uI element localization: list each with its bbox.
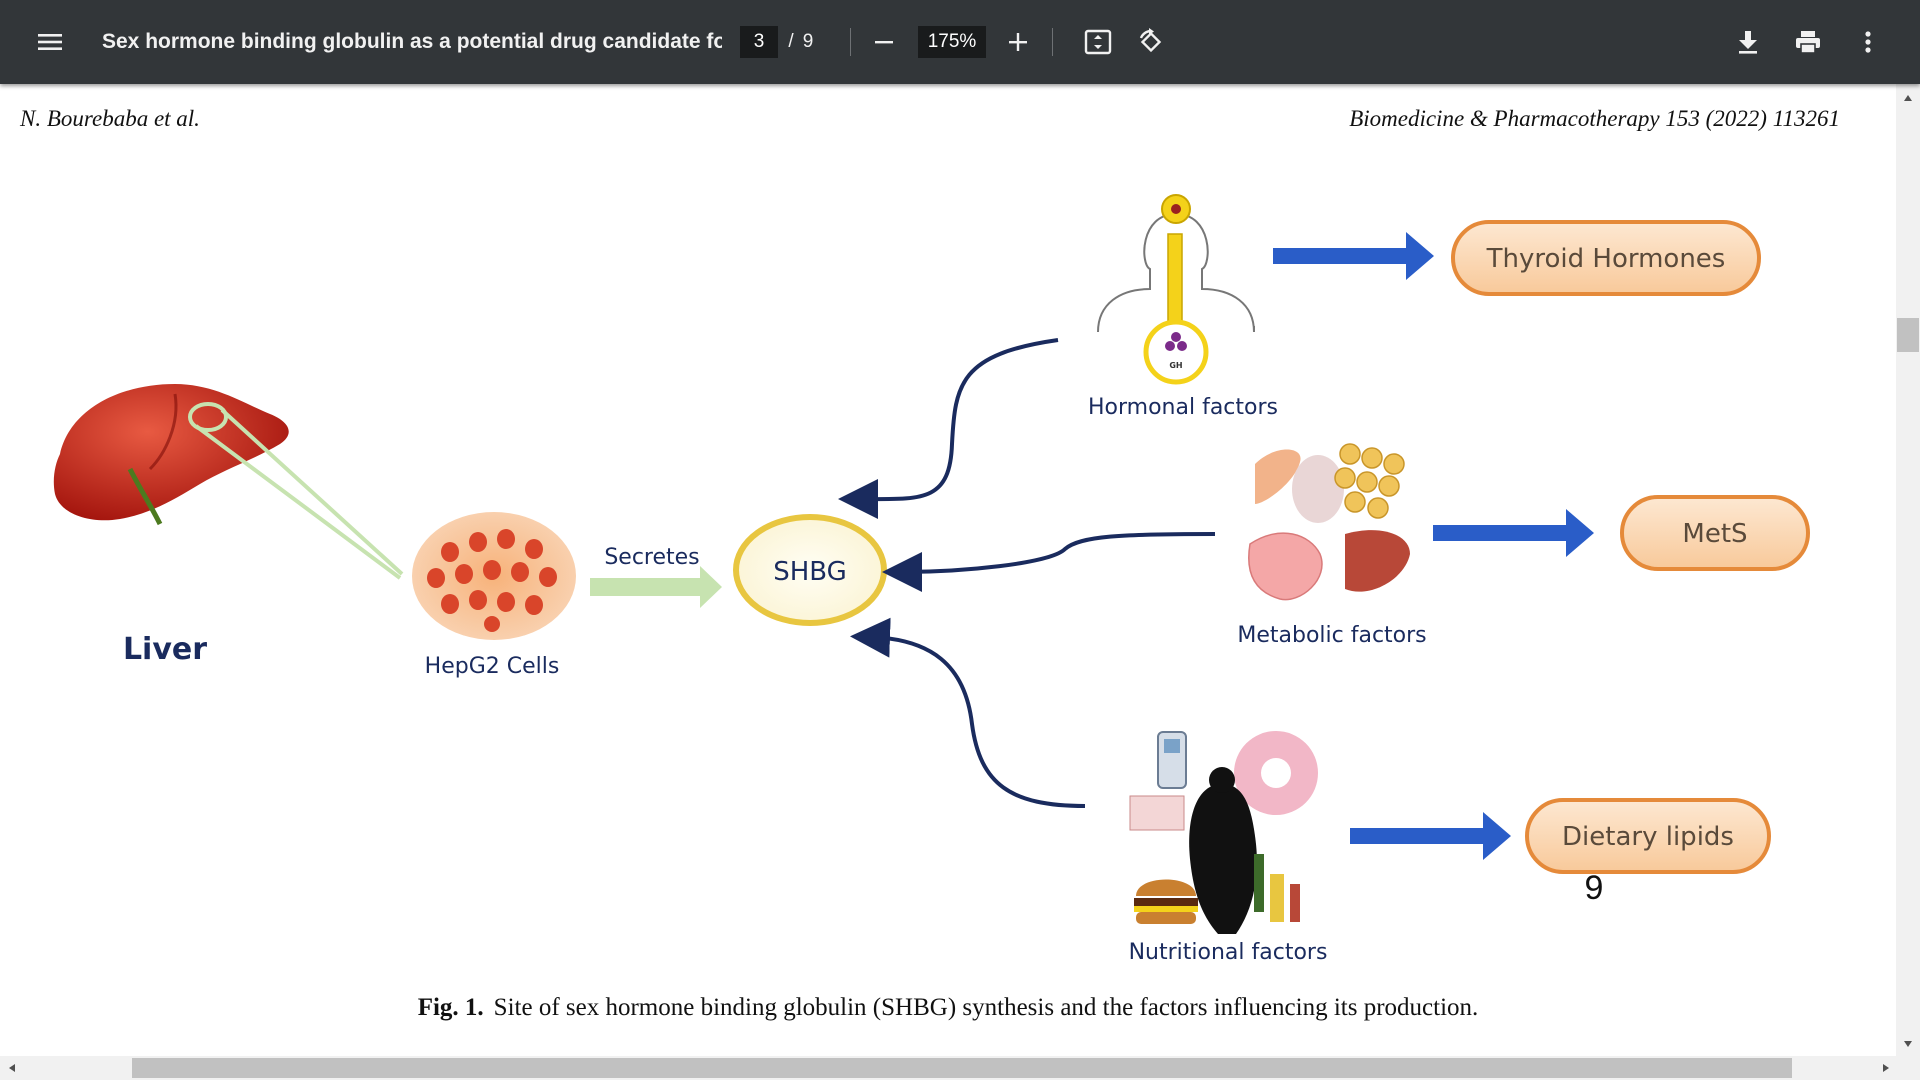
vertical-scrollbar[interactable] bbox=[1896, 84, 1920, 1056]
page-total: 9 bbox=[802, 31, 814, 52]
dietary-arrow bbox=[1350, 812, 1511, 860]
page-number-input[interactable]: 3 bbox=[740, 26, 778, 58]
secretes-label: Secretes bbox=[604, 545, 699, 570]
more-vert-icon bbox=[1865, 31, 1871, 53]
metabolic-factors-label: Metabolic factors bbox=[1237, 623, 1426, 648]
shbg-label: SHBG bbox=[773, 557, 847, 587]
print-button[interactable] bbox=[1788, 22, 1828, 62]
fit-page-button[interactable] bbox=[1078, 22, 1118, 62]
pdf-toolbar: Sex hormone binding globulin as a potent… bbox=[0, 0, 1920, 84]
hepg2-cells-illustration bbox=[412, 512, 576, 640]
toolbar-divider bbox=[1052, 28, 1053, 56]
fit-page-icon bbox=[1084, 29, 1112, 55]
figure-caption-label: Fig. 1. bbox=[417, 994, 484, 1021]
caret-down-icon bbox=[1904, 1041, 1912, 1047]
toolbar-divider bbox=[850, 28, 851, 56]
nutritional-factors-label: Nutritional factors bbox=[1129, 940, 1328, 965]
figure-caption: Fig. 1. Site of sex hormone binding globu… bbox=[0, 994, 1896, 1022]
scroll-down-arrow[interactable] bbox=[1898, 1034, 1918, 1054]
thyroid-arrow bbox=[1273, 232, 1434, 280]
document-title: Sex hormone binding globulin as a potent… bbox=[102, 30, 722, 53]
metabolic-factors-illustration bbox=[1248, 443, 1410, 601]
caret-left-icon bbox=[9, 1064, 15, 1072]
pdf-page: N. Bourebaba et al. Biomedicine & Pharma… bbox=[0, 84, 1896, 1056]
caret-right-icon bbox=[1883, 1064, 1889, 1072]
hormonal-factors-illustration: GH bbox=[1097, 194, 1255, 385]
liver-label: Liver bbox=[123, 632, 207, 667]
hormonal-factors-label: Hormonal factors bbox=[1088, 395, 1278, 420]
menu-icon bbox=[38, 34, 62, 50]
menu-button[interactable] bbox=[30, 22, 70, 62]
zoom-level-input[interactable]: 175% bbox=[918, 26, 986, 58]
metabolic-to-shbg-arrow bbox=[882, 532, 1216, 592]
caret-up-icon bbox=[1904, 95, 1912, 101]
hepg2-label: HepG2 Cells bbox=[425, 654, 560, 679]
zoom-in-button[interactable] bbox=[998, 22, 1038, 62]
mets-label: MetS bbox=[1682, 519, 1747, 549]
print-icon bbox=[1796, 31, 1820, 54]
thyroid-hormones-label: Thyroid Hormones bbox=[1486, 244, 1726, 274]
stray-number: 9 bbox=[1585, 869, 1604, 907]
rotate-icon bbox=[1139, 28, 1162, 53]
horizontal-scrollbar-thumb[interactable] bbox=[132, 1058, 1792, 1078]
mets-arrow bbox=[1433, 509, 1594, 557]
gh-label: GH bbox=[1169, 361, 1182, 370]
nutritional-factors-illustration bbox=[1129, 731, 1318, 934]
secretes-arrow bbox=[590, 566, 722, 608]
zoom-out-icon bbox=[875, 41, 893, 44]
hormonal-to-shbg-arrow bbox=[838, 338, 1059, 520]
liver-illustration bbox=[53, 384, 289, 526]
dietary-lipids-label: Dietary lipids bbox=[1562, 822, 1734, 852]
scroll-right-arrow[interactable] bbox=[1876, 1058, 1896, 1078]
zoom-in-icon bbox=[1009, 33, 1027, 51]
zoom-out-button[interactable] bbox=[864, 22, 904, 62]
vertical-scrollbar-thumb[interactable] bbox=[1897, 318, 1919, 352]
figure-caption-text: Site of sex hormone binding globulin (SH… bbox=[493, 994, 1479, 1021]
scroll-up-arrow[interactable] bbox=[1898, 88, 1918, 108]
rotate-button[interactable] bbox=[1131, 22, 1171, 62]
download-button[interactable] bbox=[1728, 22, 1768, 62]
nutritional-to-shbg-arrow bbox=[850, 617, 1086, 808]
more-options-button[interactable] bbox=[1848, 22, 1888, 62]
scroll-left-arrow[interactable] bbox=[2, 1058, 22, 1078]
figure-1-diagram: Liver HepG2 Cells Secretes SHBG GH Hormo… bbox=[53, 194, 1810, 965]
download-icon bbox=[1739, 31, 1757, 54]
